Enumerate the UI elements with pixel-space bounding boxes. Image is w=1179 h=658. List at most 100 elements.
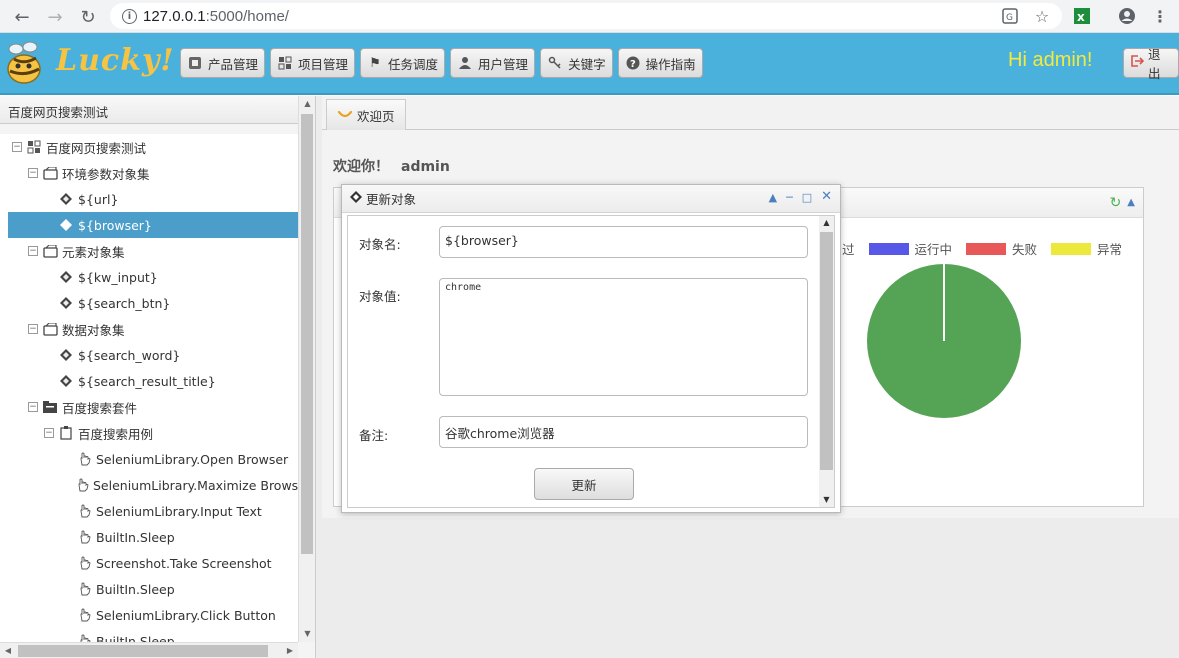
main-nav: 产品管理 项目管理 ⚑ 任务调度 用户管理 关键字 ? 操作指南 — [180, 48, 703, 78]
scroll-down-icon[interactable]: ▼ — [819, 493, 834, 507]
address-bar[interactable]: i 127.0.0.1:5000/home/ — [110, 3, 1062, 29]
tree-node[interactable]: − 数据对象集 — [8, 316, 298, 342]
nav-label: 用户管理 — [478, 56, 529, 72]
nav-keywords[interactable]: 关键字 — [540, 48, 613, 78]
account-icon[interactable] — [1116, 6, 1138, 26]
scroll-thumb[interactable] — [301, 114, 313, 554]
scroll-up-icon[interactable]: ▲ — [819, 216, 834, 230]
forward-icon[interactable]: → — [43, 5, 67, 29]
tree-node-label: SeleniumLibrary.Maximize Browser W — [93, 477, 298, 493]
tree-node[interactable]: − 百度搜索套件 — [8, 394, 298, 420]
tree-collapse-toggle[interactable]: − — [28, 324, 38, 334]
nav-label: 项目管理 — [298, 56, 349, 72]
tree-node[interactable]: ${url} — [8, 186, 298, 212]
tab-welcome[interactable]: 欢迎页 — [326, 99, 406, 130]
close-icon[interactable]: ✕ — [821, 189, 832, 204]
scroll-thumb[interactable] — [18, 645, 268, 657]
project-icon — [26, 139, 42, 155]
reload-icon[interactable]: ↻ — [76, 5, 100, 29]
refresh-icon[interactable]: ↻ — [1110, 195, 1122, 211]
tree-node-label: ${browser} — [78, 217, 152, 233]
chart-legend: 过 运行中 失败 异常 — [842, 239, 1122, 258]
tree-node[interactable]: ${kw_input} — [8, 264, 298, 290]
scroll-left-icon[interactable]: ◀ — [0, 643, 16, 658]
tree-collapse-toggle[interactable]: − — [28, 168, 38, 178]
tree-node[interactable]: SeleniumLibrary.Click Button — [8, 602, 298, 628]
tree-node-label: 元素对象集 — [62, 244, 125, 260]
object-value-label: 对象值: — [359, 289, 401, 304]
tree-node-label: BuiltIn.Sleep — [96, 529, 175, 545]
tree-node[interactable]: BuiltIn.Sleep — [8, 576, 298, 602]
scroll-thumb[interactable] — [820, 232, 833, 470]
sidebar-horizontal-scrollbar[interactable]: ◀ ▶ — [0, 642, 298, 658]
minimize-icon[interactable]: ─ — [786, 191, 793, 204]
object-name-field[interactable]: ${browser} — [439, 226, 808, 258]
svg-text:?: ? — [630, 59, 636, 70]
tree-node-label: 环境参数对象集 — [62, 166, 150, 182]
tabs-bar: 欢迎页 — [322, 96, 1179, 130]
scroll-right-icon[interactable]: ▶ — [282, 643, 298, 658]
nav-label: 产品管理 — [208, 56, 259, 72]
folder-box-icon — [42, 165, 58, 181]
tree-node[interactable]: − 环境参数对象集 — [8, 160, 298, 186]
tree-node[interactable]: ${search_btn} — [8, 290, 298, 316]
sidebar-title: 百度网页搜索测试 — [0, 96, 298, 124]
collapse-icon[interactable]: ▲ — [769, 191, 777, 204]
nav-operation-guide[interactable]: ? 操作指南 — [617, 48, 703, 78]
tree-node[interactable]: BuiltIn.Sleep — [8, 524, 298, 550]
greeting: Hi admin! — [1008, 49, 1093, 71]
tree-node[interactable]: − 元素对象集 — [8, 238, 298, 264]
more-menu-icon[interactable]: ⋮ — [1150, 6, 1170, 26]
suite-icon — [42, 399, 58, 415]
nav-user-management[interactable]: 用户管理 — [450, 48, 536, 78]
case-icon — [58, 425, 74, 441]
collapse-icon[interactable]: ▲ — [1127, 197, 1135, 211]
nav-task-scheduling[interactable]: ⚑ 任务调度 — [360, 48, 446, 78]
scroll-up-icon[interactable]: ▲ — [299, 96, 316, 112]
dialog-body: 对象名: ${browser} 对象值: chrome 备注: 谷歌chrome… — [347, 215, 835, 508]
tree-node[interactable]: SeleniumLibrary.Open Browser — [8, 446, 298, 472]
object-icon — [58, 217, 74, 233]
pie-chart — [867, 264, 1021, 418]
note-field[interactable]: 谷歌chrome浏览器 — [439, 416, 808, 448]
tree-node[interactable]: ${search_word} — [8, 342, 298, 368]
tree-node[interactable]: ${browser} — [8, 212, 298, 238]
project-icon — [277, 55, 293, 71]
back-icon[interactable]: ← — [10, 5, 34, 29]
tree-collapse-toggle[interactable]: − — [44, 428, 54, 438]
tree-collapse-toggle[interactable]: − — [12, 142, 22, 152]
maximize-icon[interactable]: □ — [802, 191, 812, 204]
browser-toolbar: ← → ↻ i 127.0.0.1:5000/home/ G ☆ x ⋮ — [0, 0, 1179, 33]
tree-node-label: BuiltIn.Sleep — [96, 633, 175, 643]
tree-collapse-toggle[interactable]: − — [28, 402, 38, 412]
translate-icon[interactable]: G — [1000, 6, 1020, 26]
object-icon — [58, 269, 74, 285]
dialog-scrollbar[interactable]: ▲ ▼ — [819, 216, 834, 507]
tree-node-label: 百度网页搜索测试 — [46, 140, 147, 156]
info-icon[interactable]: i — [122, 8, 137, 24]
logout-button[interactable]: 退出 — [1123, 47, 1179, 81]
extension-icon[interactable]: x — [1072, 6, 1092, 26]
scroll-down-icon[interactable]: ▼ — [299, 626, 316, 642]
tab-label: 欢迎页 — [357, 108, 395, 124]
tree-node[interactable]: − 百度网页搜索测试 — [8, 134, 298, 160]
tree-node[interactable]: − 百度搜索用例 — [8, 420, 298, 446]
welcome-text: 欢迎你！ — [333, 159, 389, 175]
project-tree: − 百度网页搜索测试 − 环境参数对象集 ${url} ${browser} − 元素对象集 $… — [0, 134, 298, 642]
object-icon — [58, 295, 74, 311]
hand-icon — [76, 633, 92, 642]
tree-collapse-toggle[interactable]: − — [28, 246, 38, 256]
tree-node[interactable]: Screenshot.Take Screenshot — [8, 550, 298, 576]
tree-node[interactable]: BuiltIn.Sleep — [8, 628, 298, 642]
tree-node[interactable]: SeleniumLibrary.Maximize Browser W — [8, 472, 298, 498]
object-icon — [350, 191, 362, 206]
sidebar-vertical-scrollbar[interactable]: ▲ ▼ — [298, 96, 315, 642]
nav-project-management[interactable]: 项目管理 — [270, 48, 356, 78]
object-value-textarea[interactable]: chrome — [439, 278, 808, 396]
bookmark-star-icon[interactable]: ☆ — [1032, 6, 1052, 26]
nav-product-management[interactable]: 产品管理 — [180, 48, 266, 78]
update-button[interactable]: 更新 — [534, 468, 634, 500]
object-icon — [58, 191, 74, 207]
tree-node[interactable]: SeleniumLibrary.Input Text — [8, 498, 298, 524]
tree-node[interactable]: ${search_result_title} — [8, 368, 298, 394]
